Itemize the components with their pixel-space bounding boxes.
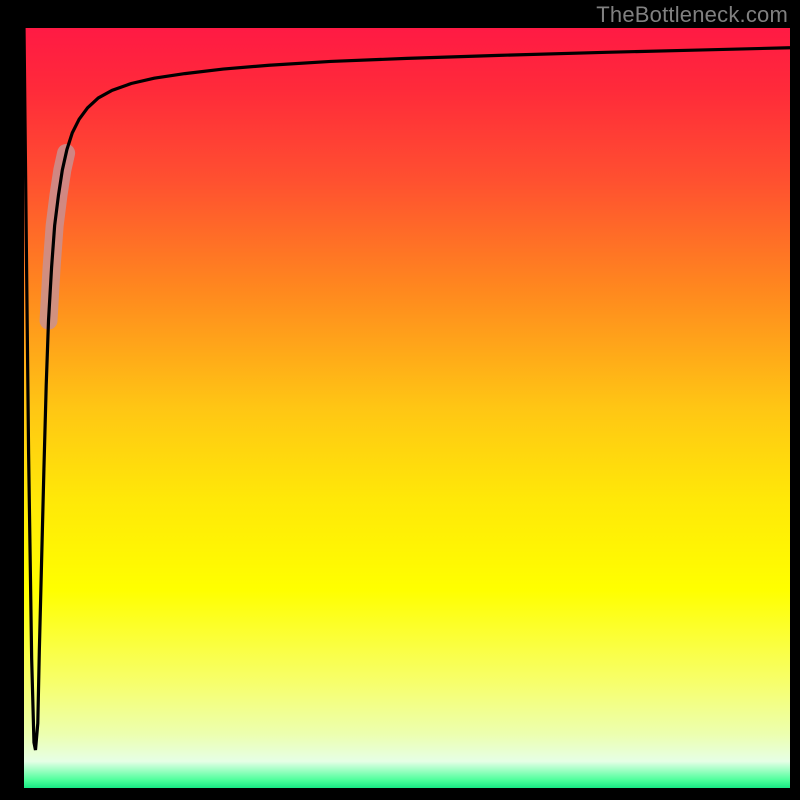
bottleneck-curve-chart (0, 0, 800, 800)
attribution-label: TheBottleneck.com (596, 2, 788, 28)
chart-stage: TheBottleneck.com (0, 0, 800, 800)
gradient-background (24, 28, 790, 788)
